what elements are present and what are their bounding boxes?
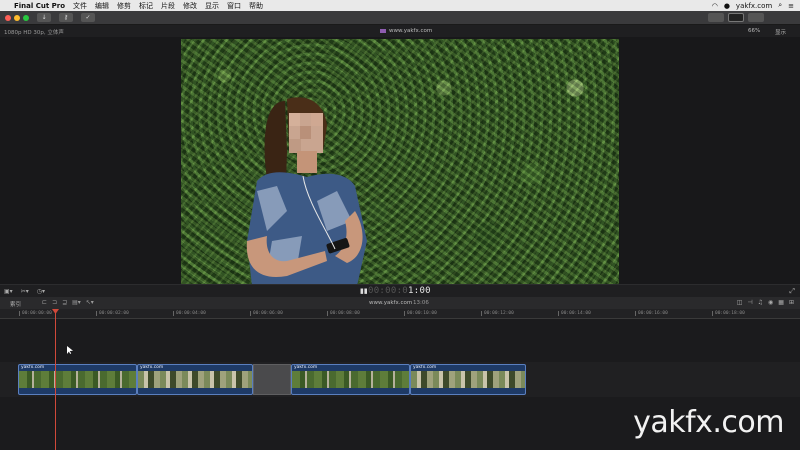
clip-name: yakfx.com [21, 365, 45, 370]
menu-help[interactable]: 帮助 [249, 1, 263, 11]
select-tool-icon[interactable]: ↖▾ [86, 299, 94, 306]
user-icon[interactable]: ● [724, 2, 730, 10]
watermark: yakfx.com [633, 405, 784, 440]
clip-appearance-icon[interactable]: ▦ [778, 299, 784, 306]
zoom-window-button[interactable] [23, 14, 29, 21]
ruler-tick: 00:00:00:00 [19, 311, 52, 316]
clip-name: yakfx.com [413, 365, 437, 370]
keywords-button[interactable]: ⚷ [59, 13, 73, 22]
menu-modify[interactable]: 修改 [183, 1, 197, 11]
solo-icon[interactable]: ◉ [768, 299, 773, 306]
append-icon[interactable]: ⊒ [62, 299, 67, 306]
snapping-icon[interactable]: ⊣ [747, 299, 752, 306]
timeline-header: 索引 ⊏ ⊐ ⊒ ▤▾ ↖▾ www.yakfx.com 13:06 ◫ ⊣ ♫… [0, 297, 800, 309]
menu-trim[interactable]: 修剪 [117, 1, 131, 11]
menu-file[interactable]: 文件 [73, 1, 87, 11]
timecode-dim: 00:00:0 [368, 286, 409, 296]
timeline-clip[interactable]: yakfx.com [291, 364, 410, 395]
menubar-status: ◠ ● yakfx.com ⌕ ≡ [712, 0, 794, 11]
menu-app-name[interactable]: Final Cut Pro [14, 2, 65, 10]
ruler-tick: 00:00:12:00 [481, 311, 514, 316]
clip-thumbnails [292, 371, 409, 388]
audio-skimming-icon[interactable]: ♫ [758, 299, 763, 306]
connect-icon[interactable]: ⊏ [42, 299, 47, 306]
insert-icon[interactable]: ⊐ [52, 299, 57, 306]
timeline-view-controls: ◫ ⊣ ♫ ◉ ▦ ⊞ [737, 299, 794, 306]
ruler-tick: 00:00:14:00 [558, 311, 591, 316]
project-duration: 13:06 [413, 300, 429, 306]
viewer-title-text: www.yakfx.com [389, 28, 433, 34]
checkmark-icon: ✓ [85, 14, 91, 21]
ruler-tick: 00:00:08:00 [327, 311, 360, 316]
timeline-index-button[interactable]: 索引 [10, 300, 21, 308]
menu-view[interactable]: 显示 [205, 1, 219, 11]
viewer-zoom-menu[interactable]: 66% [748, 28, 760, 34]
menubar: Final Cut Pro 文件 编辑 修剪 标记 片段 修改 显示 窗口 帮助… [0, 0, 800, 11]
menu-mark[interactable]: 标记 [139, 1, 153, 11]
menu-window[interactable]: 窗口 [227, 1, 241, 11]
wifi-icon[interactable]: ◠ [712, 2, 718, 10]
ruler-tick: 00:00:16:00 [635, 311, 668, 316]
ruler-tick: 00:00:02:00 [96, 311, 129, 316]
play-pause-icon[interactable]: ▮▮ [360, 287, 368, 295]
close-window-button[interactable] [5, 14, 11, 21]
ruler-tick: 00:00:04:00 [173, 311, 206, 316]
clip-thumbnails [19, 371, 136, 388]
search-icon[interactable]: ⌕ [778, 1, 782, 10]
browser-toggle-button[interactable] [708, 13, 724, 22]
gap-clip[interactable] [253, 364, 291, 395]
viewer [0, 37, 800, 284]
clip-thumbnails [138, 371, 252, 388]
menu-clip[interactable]: 片段 [161, 1, 175, 11]
viewer-title: www.yakfx.com [380, 28, 432, 34]
import-button[interactable]: ↓ [37, 13, 51, 22]
menu-list-icon[interactable]: ≡ [788, 2, 794, 10]
edit-tools: ⊏ ⊐ ⊒ ▤▾ ↖▾ [42, 299, 94, 306]
timeline-clip[interactable]: yakfx.com [18, 364, 137, 395]
clip-name: yakfx.com [294, 365, 318, 370]
video-frame[interactable] [181, 39, 619, 284]
clip-name: yakfx.com [140, 365, 164, 370]
timecode-display[interactable]: 00:00:01:00 [368, 286, 431, 296]
playback-bar: ▣▾ ✂▾ ◷▾ ▮▮ 00:00:01:00 ⤢ [0, 284, 800, 297]
key-icon: ⚷ [63, 14, 69, 21]
timeline-clip[interactable]: yakfx.com [137, 364, 253, 395]
window-controls [5, 14, 29, 21]
overwrite-icon[interactable]: ▤▾ [72, 299, 81, 306]
timeline-toggle-button[interactable] [728, 13, 744, 22]
playhead[interactable] [55, 309, 56, 450]
effects-tool-button[interactable]: ✂▾ [21, 288, 29, 295]
transform-tool-button[interactable]: ▣▾ [4, 288, 13, 295]
speed-tool-button[interactable]: ◷▾ [37, 288, 45, 295]
app-toolbar: ↓ ⚷ ✓ [0, 11, 800, 25]
timeline-clip[interactable]: yakfx.com [410, 364, 526, 395]
minimize-window-button[interactable] [14, 14, 20, 21]
project-name: www.yakfx.com [369, 300, 413, 306]
project-icon [380, 28, 386, 33]
person-figure [246, 97, 367, 284]
clip-thumbnails [411, 371, 525, 388]
ruler-tick: 00:00:10:00 [404, 311, 437, 316]
ruler-tick: 00:00:18:00 [712, 311, 745, 316]
fullscreen-icon[interactable]: ⤢ [789, 287, 795, 296]
background-tasks-button[interactable]: ✓ [81, 13, 95, 22]
effects-browser-icon[interactable]: ⊞ [789, 299, 794, 306]
workspace-toggles [708, 13, 764, 22]
ruler-tick: 00:00:06:00 [250, 311, 283, 316]
viewer-format: 1080p HD 30p, 立体声 [4, 30, 64, 36]
viewer-header: 1080p HD 30p, 立体声 www.yakfx.com 66% 显示 [0, 25, 800, 37]
timecode-bright: 1:00 [408, 286, 431, 296]
viewer-display-menu[interactable]: 显示 [775, 28, 786, 36]
import-icon: ↓ [41, 14, 47, 21]
menubar-user-label[interactable]: yakfx.com [736, 2, 772, 10]
menu-edit[interactable]: 编辑 [95, 1, 109, 11]
timeline-ruler[interactable]: 00:00:00:00 00:00:02:00 00:00:04:00 00:0… [0, 309, 800, 319]
inspector-toggle-button[interactable] [748, 13, 764, 22]
skimming-icon[interactable]: ◫ [737, 299, 743, 306]
viewer-tools: ▣▾ ✂▾ ◷▾ [4, 288, 45, 295]
